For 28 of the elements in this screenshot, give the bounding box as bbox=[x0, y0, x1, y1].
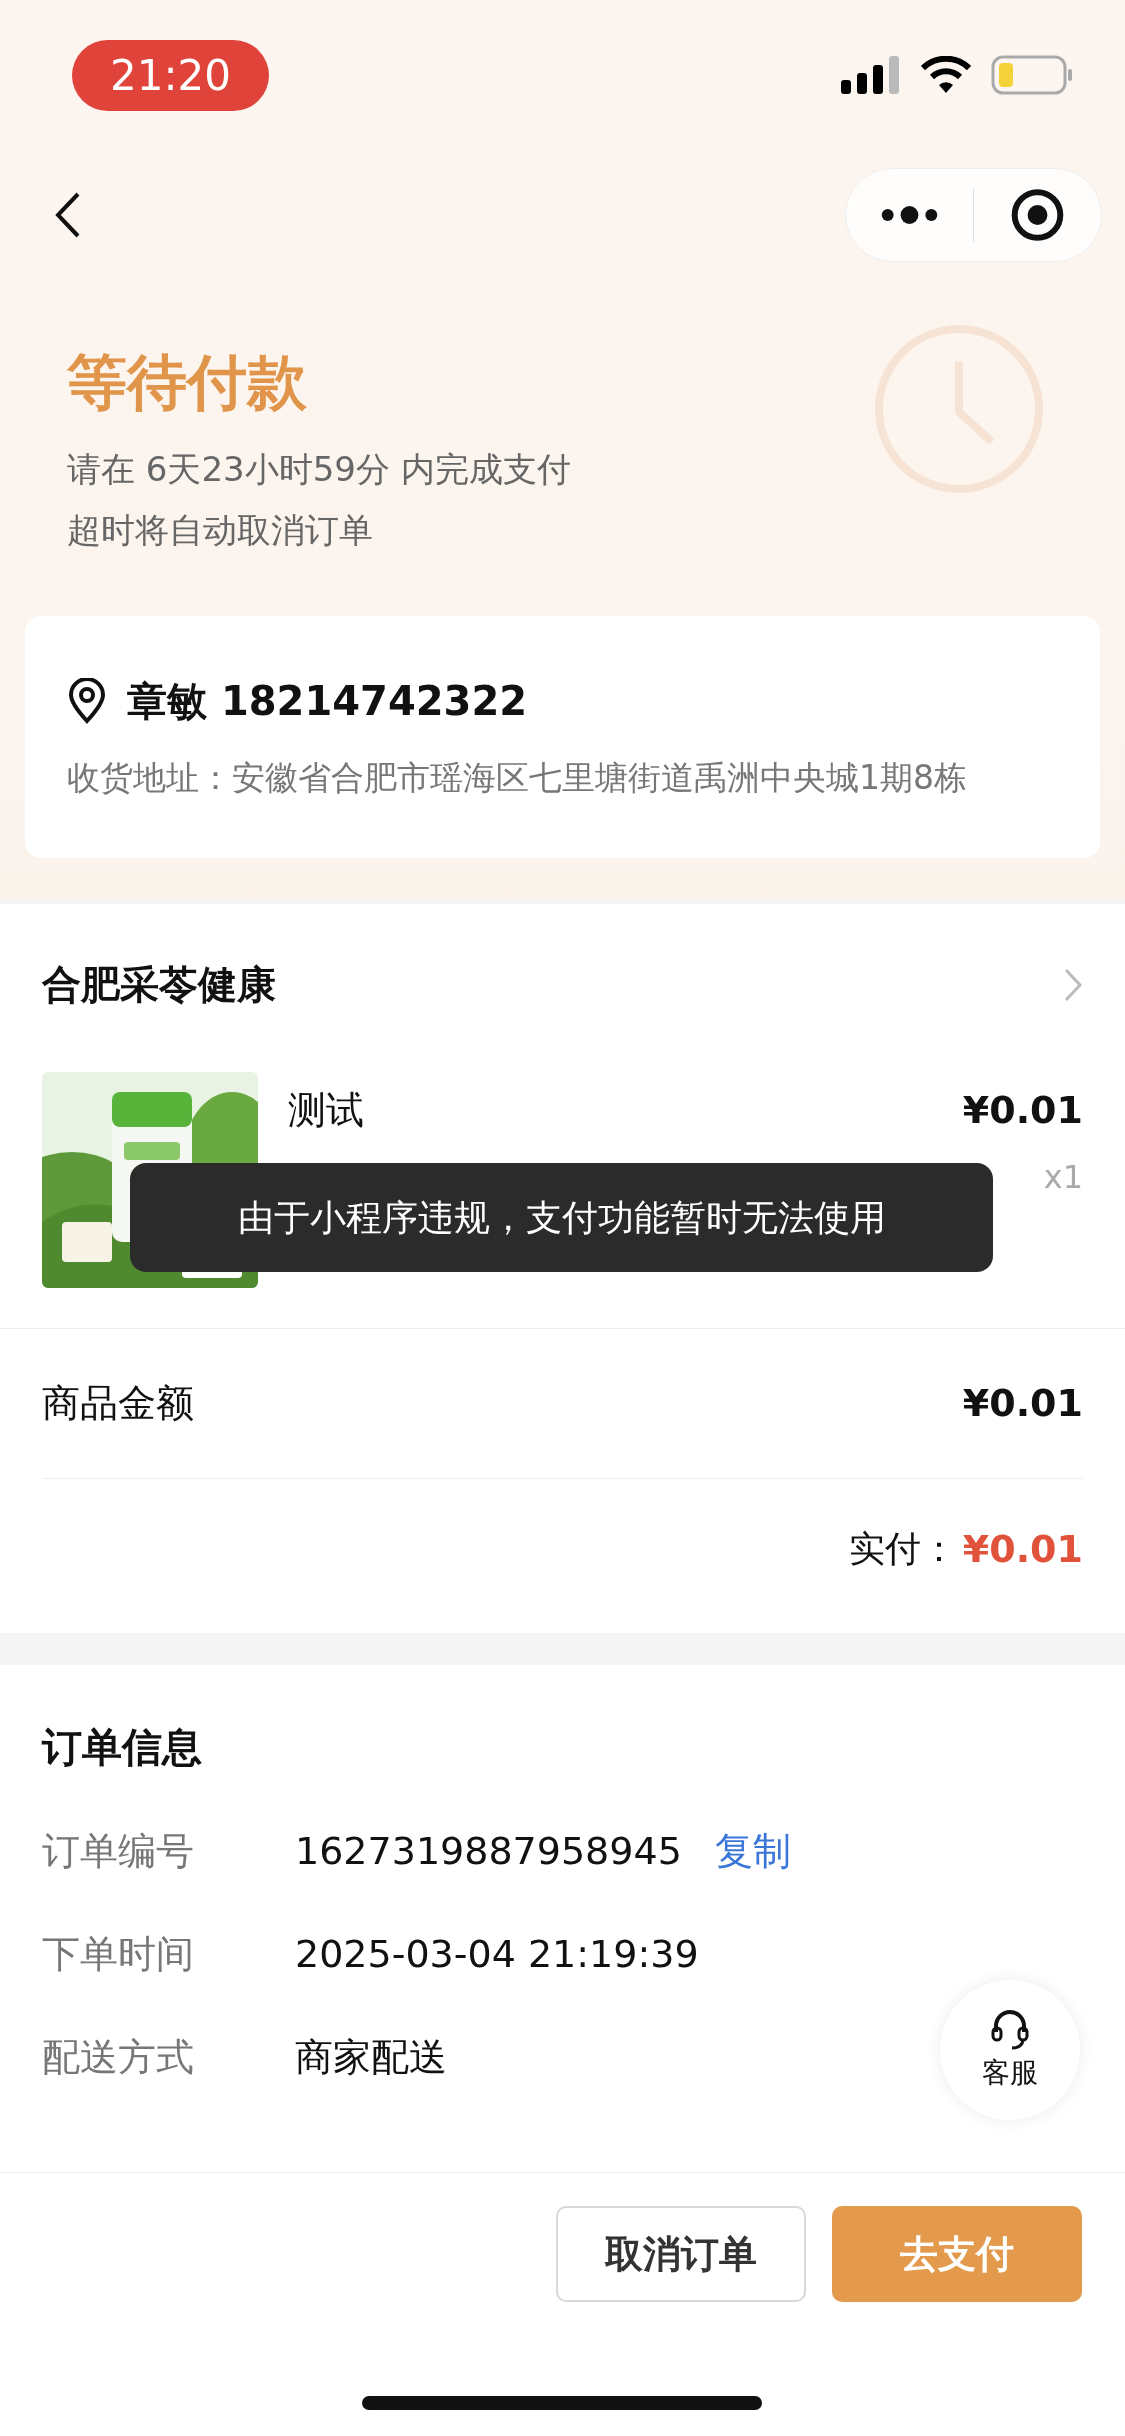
subtotal-label: 商品金额 bbox=[42, 1380, 194, 1427]
product-price: ¥0.01 bbox=[962, 1087, 1083, 1134]
info-label: 配送方式 bbox=[42, 2034, 195, 2081]
countdown-text: 请在 6天23小时59分 内完成支付 bbox=[67, 448, 572, 491]
toast-message: 由于小程序违规，支付功能暂时无法使用 bbox=[130, 1163, 993, 1272]
subtotal-amount: ¥0.01 bbox=[962, 1380, 1083, 1427]
info-value: 2025-03-04 21:19:39 bbox=[295, 1931, 699, 1978]
info-label: 下单时间 bbox=[42, 1931, 195, 1978]
product-name: 测试 bbox=[288, 1087, 364, 1134]
product-quantity: x1 bbox=[1043, 1157, 1083, 1198]
shipping-address: 收货地址：安徽省合肥市瑶海区七里塘街道禹洲中央城1期8栋 bbox=[67, 757, 968, 799]
copy-link[interactable]: 复制 bbox=[714, 1823, 791, 1880]
paid-label: 实付： bbox=[848, 1527, 957, 1571]
recipient-name-phone: 章敏 18214742322 bbox=[127, 677, 528, 726]
info-value: 商家配送 bbox=[295, 2034, 447, 2081]
wifi-icon bbox=[921, 56, 971, 94]
signal-icon bbox=[841, 56, 901, 94]
info-value: 1627319887958945 bbox=[295, 1828, 682, 1875]
cancel-order-button[interactable]: 取消订单 bbox=[556, 2206, 806, 2302]
status-title: 等待付款 bbox=[67, 352, 308, 412]
info-label: 订单编号 bbox=[42, 1828, 195, 1875]
battery-icon bbox=[991, 55, 1073, 95]
store-name: 合肥采苓健康 bbox=[42, 960, 276, 1009]
location-pin-icon bbox=[67, 678, 107, 724]
status-time: 21:20 bbox=[72, 39, 270, 111]
order-info-title: 订单信息 bbox=[42, 1723, 203, 1772]
notice-text: 超时将自动取消订单 bbox=[67, 509, 374, 552]
paid-amount: ¥0.01 bbox=[962, 1525, 1083, 1573]
